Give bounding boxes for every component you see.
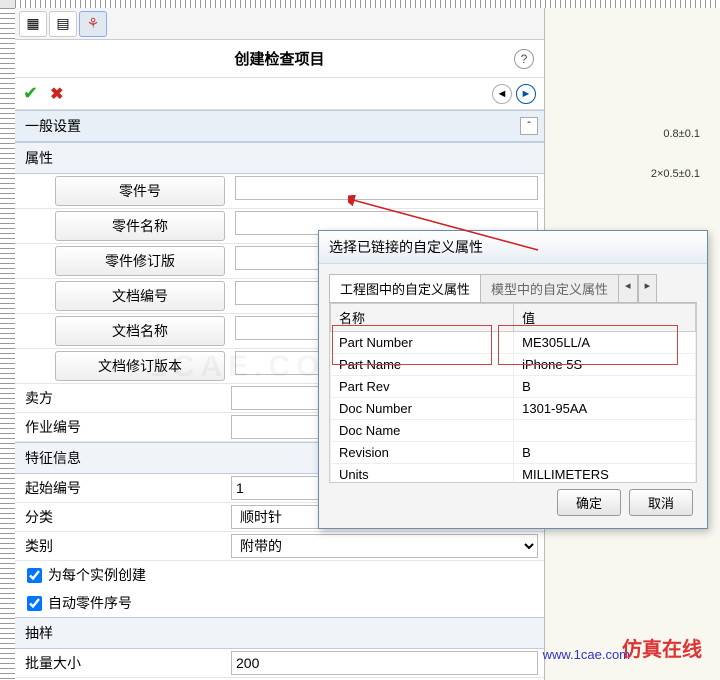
per-instance-label: 为每个实例创建 (48, 565, 146, 585)
ruler-horizontal (15, 0, 720, 8)
part-number-input[interactable] (235, 176, 538, 200)
col-value: 值 (514, 304, 696, 332)
tab-model-props[interactable]: 模型中的自定义属性 (480, 274, 619, 302)
doc-name-button[interactable]: 文档名称 (55, 316, 225, 346)
inspection-tool-button[interactable]: ⚘ (79, 11, 107, 37)
part-number-button[interactable]: 零件号 (55, 176, 225, 206)
ruler-vertical (0, 8, 15, 680)
seller-label: 卖方 (15, 384, 225, 412)
classification-label: 分类 (15, 503, 225, 531)
doc-rev-button[interactable]: 文档修订版本 (55, 351, 225, 381)
section-attributes[interactable]: 属性 (15, 142, 544, 174)
table-row: RevisionB (331, 442, 696, 464)
section-label: 抽样 (25, 623, 53, 643)
doc-number-button[interactable]: 文档编号 (55, 281, 225, 311)
cancel-button[interactable]: 取消 (629, 489, 693, 516)
ok-button[interactable]: 确定 (557, 489, 621, 516)
dialog-title: 选择已链接的自定义属性 (319, 231, 707, 264)
dimension-text: 0.8±0.1 (663, 128, 700, 140)
category-select[interactable]: 附带的 (231, 534, 538, 558)
dialog-tabs: 工程图中的自定义属性 模型中的自定义属性 ◂ ▸ (329, 274, 697, 303)
auto-seq-label: 自动零件序号 (48, 593, 132, 613)
dimension-text: 2×0.5±0.1 (651, 168, 700, 180)
tab-scroll-left[interactable]: ◂ (618, 274, 638, 302)
action-bar: ✔ ✖ ◄ ► (15, 78, 544, 110)
job-no-label: 作业编号 (15, 413, 225, 441)
col-name: 名称 (331, 304, 514, 332)
view-mode-2-button[interactable]: ▤ (49, 11, 77, 37)
cancel-icon[interactable]: ✖ (50, 84, 63, 104)
section-label: 属性 (25, 148, 53, 168)
next-button[interactable]: ► (516, 84, 536, 104)
section-label: 一般设置 (25, 116, 81, 136)
tab-scroll-right[interactable]: ▸ (638, 274, 658, 302)
category-label: 类别 (15, 532, 225, 560)
auto-seq-checkbox[interactable] (27, 596, 42, 611)
section-general[interactable]: 一般设置 ˆ (15, 110, 544, 142)
view-mode-1-button[interactable]: ▦ (19, 11, 47, 37)
custom-properties-dialog: 选择已链接的自定义属性 工程图中的自定义属性 模型中的自定义属性 ◂ ▸ 名称值… (318, 230, 708, 529)
help-icon[interactable]: ? (514, 49, 534, 69)
table-row: Part RevB (331, 376, 696, 398)
per-instance-checkbox[interactable] (27, 568, 42, 583)
batch-size-input[interactable] (231, 651, 538, 675)
table-row: Doc Number1301-95AA (331, 398, 696, 420)
panel-title-bar: 创建检查项目 ? (15, 40, 544, 78)
table-row: UnitsMILLIMETERS (331, 464, 696, 484)
start-no-label: 起始编号 (15, 474, 225, 502)
table-row: Part NameiPhone 5S (331, 354, 696, 376)
panel-toolbar: ▦ ▤ ⚘ (15, 8, 544, 40)
part-rev-button[interactable]: 零件修订版 (55, 246, 225, 276)
properties-table[interactable]: 名称值 Part NumberME305LL/A Part NameiPhone… (330, 303, 696, 483)
collapse-icon[interactable]: ˆ (520, 117, 538, 135)
prev-button[interactable]: ◄ (492, 84, 512, 104)
section-label: 特征信息 (25, 448, 81, 468)
batch-size-label: 批量大小 (15, 649, 225, 677)
section-sampling[interactable]: 抽样 (15, 617, 544, 649)
tab-drawing-props[interactable]: 工程图中的自定义属性 (329, 274, 481, 302)
part-name-button[interactable]: 零件名称 (55, 211, 225, 241)
confirm-icon[interactable]: ✔ (23, 83, 38, 104)
panel-title: 创建检查项目 (234, 48, 324, 69)
table-row: Doc Name (331, 420, 696, 442)
table-row: Part NumberME305LL/A (331, 332, 696, 354)
